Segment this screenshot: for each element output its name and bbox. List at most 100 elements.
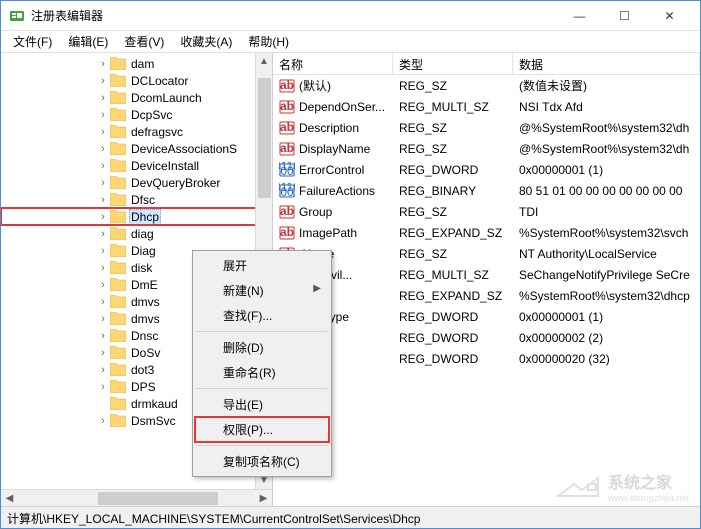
context-menu-item[interactable]: 删除(D) (195, 335, 329, 360)
list-row[interactable]: 01101001ErrorControlREG_DWORD0x00000001 … (273, 159, 700, 180)
col-data[interactable]: 数据 (513, 53, 700, 74)
expander-icon[interactable]: › (97, 382, 109, 392)
menu-edit[interactable]: 编辑(E) (60, 31, 116, 52)
scroll-up-icon[interactable]: ▲ (256, 53, 272, 70)
string-value-icon: ab (279, 120, 295, 136)
menu-view[interactable]: 查看(V) (116, 31, 172, 52)
list-row[interactable]: abDependOnSer...REG_MULTI_SZNSI Tdx Afd (273, 96, 700, 117)
context-menu-item[interactable]: 复制项名称(C) (195, 449, 329, 474)
menu-help[interactable]: 帮助(H) (240, 31, 297, 52)
expander-icon[interactable]: › (97, 212, 109, 222)
tree-item-dfsc[interactable]: ›Dfsc (1, 191, 272, 208)
expander-icon[interactable]: › (97, 297, 109, 307)
value-name: FailureActions (299, 184, 375, 198)
list-pane[interactable]: 名称 类型 数据 ab(默认)REG_SZ(数值未设置)abDependOnSe… (273, 53, 700, 506)
list-row[interactable]: 01101001REG_DWORD0x00000020 (32) (273, 348, 700, 369)
folder-icon (110, 312, 126, 325)
expander-icon[interactable]: › (97, 161, 109, 171)
tree-item-dclocator[interactable]: › DCLocator (1, 72, 272, 89)
scroll-left-icon[interactable]: ◀ (1, 490, 18, 507)
list-header: 名称 类型 数据 (273, 53, 700, 75)
tree-item-label: DCLocator (129, 74, 190, 88)
tree-item-dam[interactable]: ›dam (1, 55, 272, 72)
folder-icon (110, 346, 126, 359)
scroll-right-icon[interactable]: ▶ (255, 490, 272, 507)
close-button[interactable]: ✕ (647, 1, 692, 30)
tree-item-label: defragsvc (129, 125, 185, 139)
svg-text:ab: ab (280, 204, 294, 218)
cell-name: abDependOnSer... (273, 99, 393, 115)
expander-icon[interactable]: › (97, 331, 109, 341)
expander-icon[interactable]: › (97, 263, 109, 273)
list-row[interactable]: abImagePathREG_EXPAND_SZ%SystemRoot%\sys… (273, 222, 700, 243)
tree-item-label: DsmSvc (129, 414, 178, 428)
list-row[interactable]: abredPrivil...REG_MULTI_SZSeChangeNotify… (273, 264, 700, 285)
binary-value-icon: 01101001 (279, 162, 295, 178)
list-row[interactable]: abGroupREG_SZTDI (273, 201, 700, 222)
maximize-button[interactable]: ☐ (602, 1, 647, 30)
expander-icon[interactable]: › (97, 314, 109, 324)
context-menu-item[interactable]: 查找(F)... (195, 303, 329, 328)
cell-data: 0x00000002 (2) (513, 331, 700, 345)
tree-item-label: DeviceInstall (129, 159, 201, 173)
folder-icon (110, 142, 126, 155)
expander-icon[interactable]: › (97, 76, 109, 86)
cell-name: abImagePath (273, 225, 393, 241)
tree-item-deviceinstall[interactable]: › DeviceInstall (1, 157, 272, 174)
expander-icon[interactable]: › (97, 195, 109, 205)
cell-data: TDI (513, 205, 700, 219)
col-name[interactable]: 名称 (273, 53, 393, 74)
tree-item-label: dmvs (129, 312, 162, 326)
string-value-icon: ab (279, 141, 295, 157)
context-menu-item[interactable]: 权限(P)... (195, 417, 329, 442)
context-menu-item[interactable]: 重命名(R) (195, 360, 329, 385)
minimize-button[interactable]: — (557, 1, 602, 30)
expander-icon[interactable]: › (97, 229, 109, 239)
tree-item-dhcp[interactable]: ›Dhcp (1, 208, 272, 225)
list-row[interactable]: abtNameREG_SZNT Authority\LocalService (273, 243, 700, 264)
list-row[interactable]: abeDllREG_EXPAND_SZ%SystemRoot%\system32… (273, 285, 700, 306)
list-row[interactable]: 01101001FailureActionsREG_BINARY80 51 01… (273, 180, 700, 201)
expander-icon[interactable]: › (97, 144, 109, 154)
expander-icon[interactable]: › (97, 59, 109, 69)
value-name: Description (299, 121, 359, 135)
tree-item-deviceassociations[interactable]: ›DeviceAssociationS (1, 140, 272, 157)
expander-icon[interactable]: › (97, 178, 109, 188)
context-menu-item[interactable]: 导出(E) (195, 392, 329, 417)
expander-icon[interactable]: › (97, 280, 109, 290)
value-name: (默认) (299, 77, 331, 94)
menu-file[interactable]: 文件(F) (5, 31, 60, 52)
list-row[interactable]: 01101001REG_DWORD0x00000002 (2) (273, 327, 700, 348)
titlebar[interactable]: 注册表编辑器 — ☐ ✕ (1, 1, 700, 31)
tree-item-dcomlaunch[interactable]: ›DcomLaunch (1, 89, 272, 106)
cell-name: abGroup (273, 204, 393, 220)
list-row[interactable]: 01101001eSidTypeREG_DWORD0x00000001 (1) (273, 306, 700, 327)
tree-item-diag[interactable]: ›diag (1, 225, 272, 242)
context-menu-item[interactable]: 展开 (195, 253, 329, 278)
list-row[interactable]: abDescriptionREG_SZ@%SystemRoot%\system3… (273, 117, 700, 138)
col-type[interactable]: 类型 (393, 53, 513, 74)
expander-icon[interactable]: › (97, 246, 109, 256)
cell-type: REG_DWORD (393, 352, 513, 366)
folder-icon (110, 414, 126, 427)
vscroll-thumb[interactable] (258, 78, 271, 198)
tree-item-dcpsvc[interactable]: ›DcpSvc (1, 106, 272, 123)
hscroll-thumb[interactable] (98, 492, 218, 505)
svg-text:ab: ab (280, 78, 294, 92)
expander-icon[interactable]: › (97, 348, 109, 358)
expander-icon[interactable]: › (97, 93, 109, 103)
list-row[interactable]: abDisplayNameREG_SZ@%SystemRoot%\system3… (273, 138, 700, 159)
expander-icon[interactable]: › (97, 365, 109, 375)
tree-item-devquerybroker[interactable]: ›DevQueryBroker (1, 174, 272, 191)
svg-text:ab: ab (280, 141, 294, 155)
tree-item-defragsvc[interactable]: › defragsvc (1, 123, 272, 140)
menu-favorites[interactable]: 收藏夹(A) (172, 31, 240, 52)
list-row[interactable]: ab(默认)REG_SZ(数值未设置) (273, 75, 700, 96)
context-menu-item[interactable]: 新建(N)▶ (195, 278, 329, 303)
expander-icon[interactable]: › (97, 110, 109, 120)
cell-name: ab (默认) (273, 77, 393, 94)
expander-icon[interactable]: › (97, 127, 109, 137)
tree-hscrollbar[interactable]: ◀ ▶ (1, 489, 272, 506)
expander-icon[interactable]: › (97, 416, 109, 426)
menu-separator (197, 388, 327, 389)
